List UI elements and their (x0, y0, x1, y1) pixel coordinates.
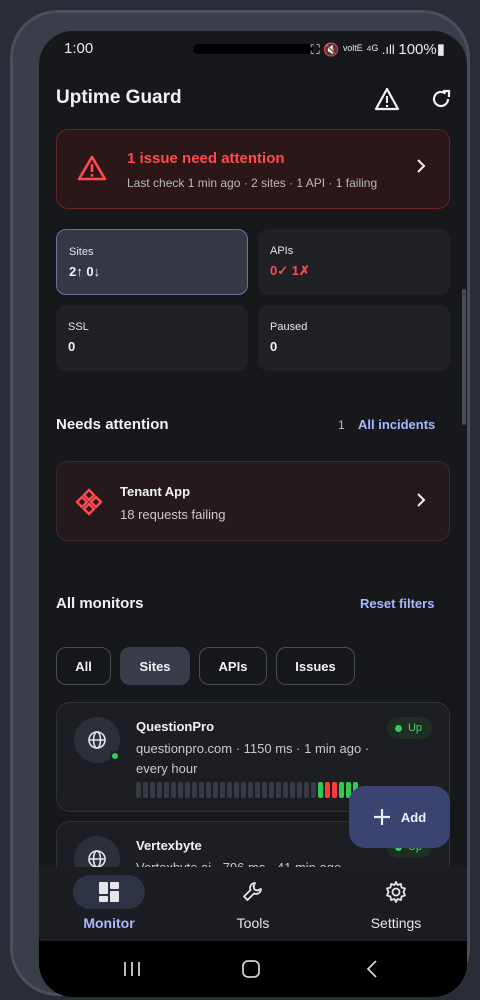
home-button[interactable] (231, 955, 271, 983)
status-dot (394, 724, 402, 732)
monitor-name: QuestionPro (136, 719, 215, 734)
nav-item-tools[interactable]: Tools (193, 867, 313, 941)
dashboard-icon (99, 882, 119, 902)
scrollbar[interactable] (462, 289, 466, 425)
stat-label: APIs (270, 245, 294, 257)
nav-item-settings[interactable]: Settings (336, 867, 456, 941)
stat-value: 0 (270, 339, 278, 354)
status-time: 1:00 (64, 40, 94, 57)
issue-alert-card[interactable]: 1 issue need attention Last check 1 min … (56, 129, 450, 209)
monitor-name: Vertexbyte (136, 838, 202, 853)
add-monitor-button[interactable]: Add (349, 786, 450, 848)
online-status-dot (110, 751, 120, 761)
filter-chip-all[interactable]: All (56, 647, 111, 685)
stat-value: 2↑ 0↓ (69, 264, 101, 279)
status-indicators: ⛶ 🔇 ᵛᵒˡᵗᴱ ⁴ᴳ .ıll (310, 42, 395, 57)
status-icons: ⛶ 🔇 ᵛᵒˡᵗᴱ ⁴ᴳ .ıll 100%▮ (311, 40, 445, 58)
stat-label: Sites (69, 246, 94, 258)
nav-label: Tools (236, 915, 270, 931)
attention-item[interactable]: Tenant App 18 requests failing (56, 461, 450, 541)
nav-item-monitor[interactable]: Monitor (49, 867, 169, 941)
stat-ssl[interactable]: SSL 0 (56, 305, 248, 371)
stat-label: SSL (68, 321, 89, 333)
filter-chip-apis[interactable]: APIs (199, 647, 267, 685)
chevron-right-icon (417, 493, 426, 507)
nav-pill (360, 875, 432, 909)
plus-icon (373, 809, 390, 825)
bottom-navigation: Monitor Tools Settings (39, 867, 467, 941)
battery-indicator: 100%▮ (398, 41, 445, 58)
recents-icon (124, 962, 140, 976)
status-bar: 1:00 ⛶ 🔇 ᵛᵒˡᵗᴱ ⁴ᴳ .ıll 100%▮ (39, 31, 467, 67)
gear-icon (386, 881, 406, 903)
back-icon (366, 960, 377, 978)
wrench-icon (243, 882, 262, 901)
needs-attention-title: Needs attention (56, 416, 169, 433)
nav-label: Settings (370, 915, 422, 931)
refresh-button[interactable] (425, 83, 457, 115)
phone-frame: 1:00 ⛶ 🔇 ᵛᵒˡᵗᴱ ⁴ᴳ .ıll 100%▮ Uptime Guar… (10, 10, 470, 997)
incident-count: 1 (338, 418, 345, 432)
system-navigation-bar (39, 941, 467, 997)
stat-paused[interactable]: Paused 0 (258, 305, 450, 371)
attention-item-name: Tenant App (120, 484, 191, 499)
screen: 1:00 ⛶ 🔇 ᵛᵒˡᵗᴱ ⁴ᴳ .ıll 100%▮ Uptime Guar… (39, 31, 467, 997)
attention-item-detail: 18 requests failing (120, 507, 226, 522)
all-incidents-link[interactable]: All incidents (358, 417, 435, 432)
alert-detail: Last check 1 min ago · 2 sites · 1 API ·… (127, 176, 378, 190)
globe-icon (88, 731, 106, 749)
status-badge-label: Up (407, 722, 422, 734)
filter-chip-sites[interactable]: Sites (120, 647, 190, 685)
stat-label: Paused (270, 321, 308, 333)
uptime-history-bars (136, 782, 358, 798)
nav-pill (217, 875, 289, 909)
filter-chip-issues[interactable]: Issues (276, 647, 355, 685)
app-bar: Uptime Guard (39, 81, 467, 121)
home-icon (242, 960, 260, 978)
nav-active-indicator (73, 875, 145, 909)
stat-sites[interactable]: Sites 2↑ 0↓ (56, 229, 248, 295)
alert-headline: 1 issue need attention (127, 150, 285, 167)
api-diamond-icon (75, 488, 103, 516)
camera-notch (193, 44, 313, 54)
monitor-detail: questionpro.com · 1150 ms · 1 min ago · … (136, 741, 370, 776)
warning-button[interactable] (371, 83, 403, 115)
reset-filters-link[interactable]: Reset filters (360, 596, 434, 611)
warning-icon (374, 87, 400, 111)
app-title: Uptime Guard (56, 87, 182, 108)
all-monitors-title: All monitors (56, 595, 144, 612)
chevron-right-icon (417, 159, 426, 173)
nav-label: Monitor (83, 915, 135, 931)
add-button-label: Add (400, 809, 427, 825)
stat-apis[interactable]: APIs 0✓ 1✗ (258, 229, 450, 295)
stat-value: 0 (68, 339, 76, 354)
recent-apps-button[interactable] (112, 955, 152, 983)
globe-icon (88, 850, 106, 868)
back-button[interactable] (352, 955, 392, 983)
stat-value: 0✓ 1✗ (270, 263, 310, 278)
status-badge: Up (386, 717, 432, 739)
warning-icon (77, 155, 107, 181)
refresh-icon (432, 89, 451, 108)
